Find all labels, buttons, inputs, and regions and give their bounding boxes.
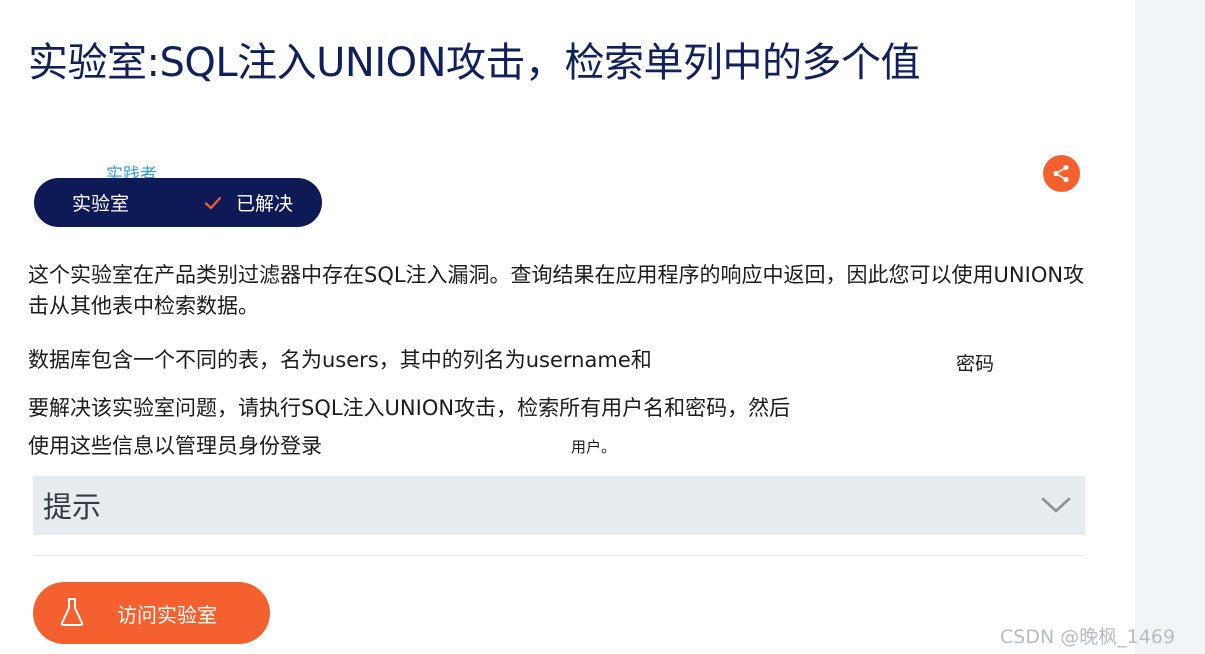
user-word: 用户。: [571, 438, 617, 456]
chevron-down-icon: [1041, 496, 1071, 518]
watermark: CSDN @晚枫_1469: [1000, 626, 1176, 648]
description-paragraph-4: 使用这些信息以管理员身份登录: [28, 434, 322, 458]
access-lab-button[interactable]: 访问实验室: [33, 582, 270, 644]
share-button[interactable]: [1043, 155, 1080, 192]
lab-status-pill: 实验室 已解决: [34, 178, 322, 227]
access-lab-label: 访问实验室: [117, 603, 217, 627]
description-paragraph-3: 要解决该实验室问题，请执行SQL注入UNION攻击，检索所有用户名和密码，然后: [28, 396, 791, 420]
share-icon: [1053, 164, 1069, 183]
divider: [33, 555, 1085, 556]
description-paragraph-2: 数据库包含一个不同的表，名为users，其中的列名为username和: [28, 348, 652, 372]
check-icon: [204, 194, 222, 212]
password-word: 密码: [956, 353, 995, 375]
description-paragraph-1: 这个实验室在产品类别过滤器中存在SQL注入漏洞。查询结果在应用程序的响应中返回，…: [28, 263, 1085, 318]
flask-icon: [59, 597, 85, 631]
solved-status: 已解决: [236, 193, 294, 215]
lab-badge-label: 实验室: [72, 193, 130, 215]
hint-accordion[interactable]: 提示: [33, 476, 1085, 535]
page-title: 实验室:SQL注入UNION攻击，检索单列中的多个值: [28, 40, 921, 86]
hint-label: 提示: [43, 490, 102, 524]
side-panel: [1135, 0, 1205, 654]
